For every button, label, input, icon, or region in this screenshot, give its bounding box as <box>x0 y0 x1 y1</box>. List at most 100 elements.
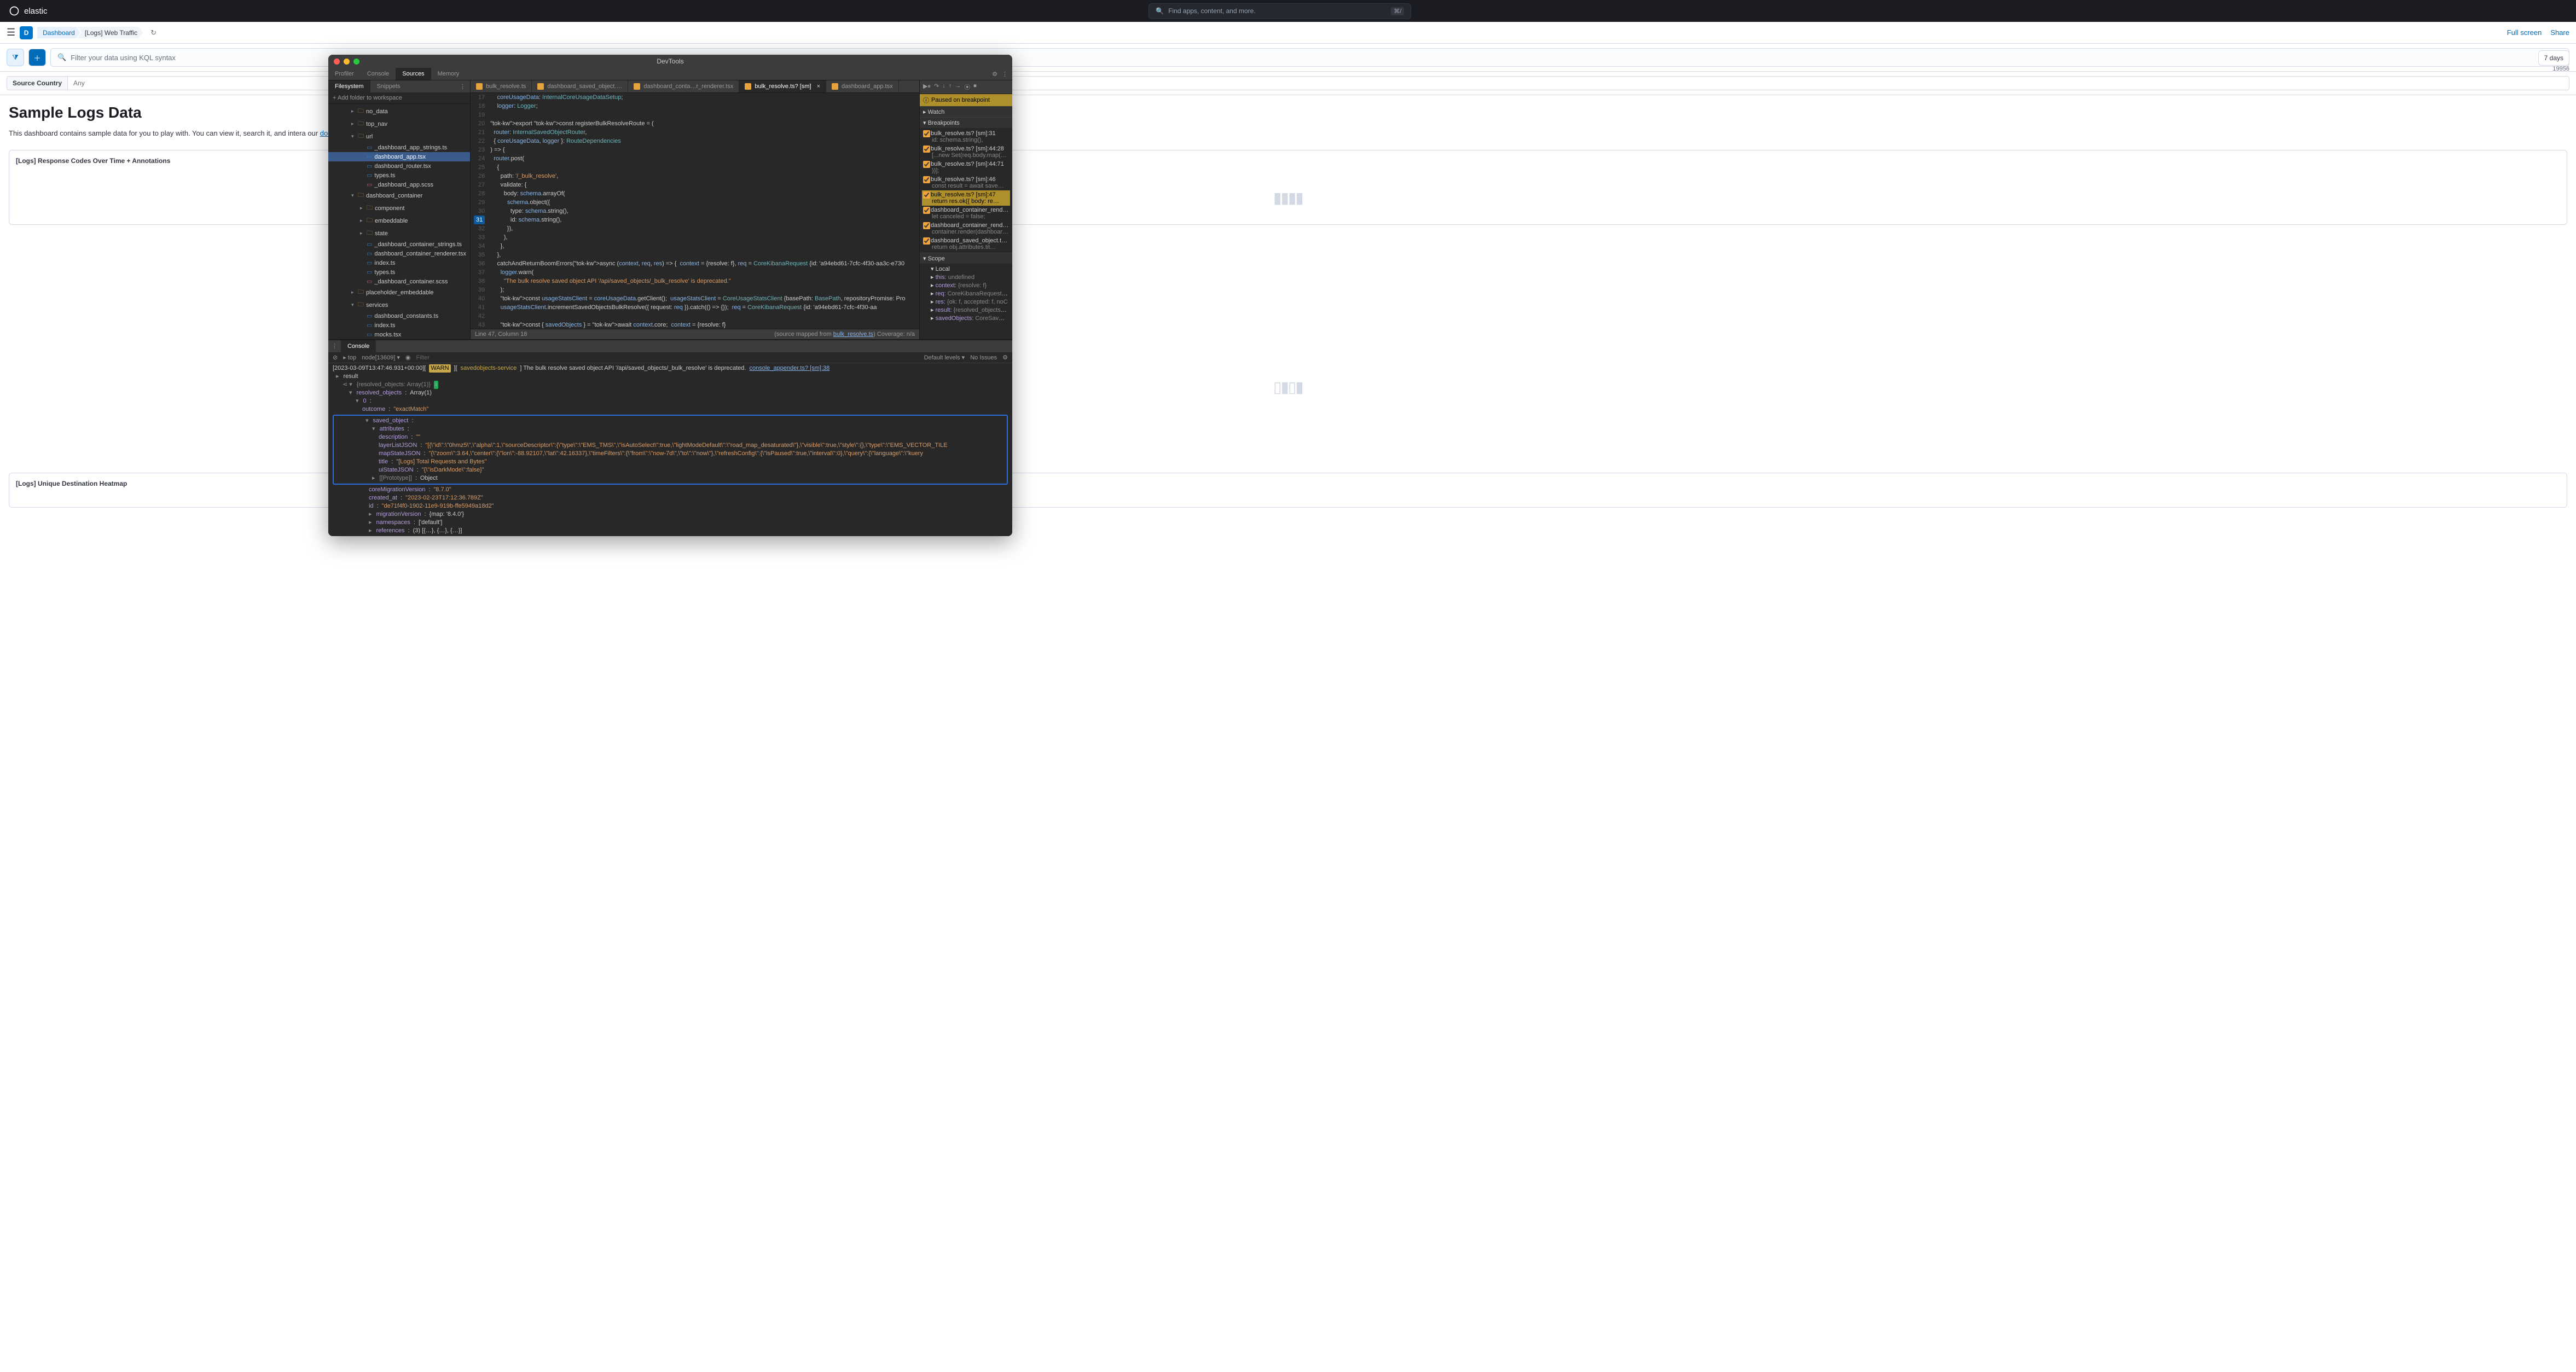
breakpoint-item[interactable]: bulk_resolve.ts? [sm]:31id: schema.strin… <box>922 129 1010 144</box>
file-node[interactable]: ▭ _dashboard_app_strings.ts <box>328 143 470 152</box>
folder-node[interactable]: ▸🗀 top_nav <box>328 118 470 130</box>
window-controls[interactable] <box>334 59 359 65</box>
breakpoint-checkbox[interactable] <box>923 146 930 153</box>
source-map-link[interactable]: bulk_resolve.ts <box>833 331 873 338</box>
share-link[interactable]: Share <box>2550 28 2569 37</box>
step-out-icon[interactable]: ↑ <box>949 83 952 91</box>
close-icon[interactable]: × <box>817 83 820 90</box>
scope-variable[interactable]: ▸ this: undefined <box>922 273 1010 281</box>
maximize-icon[interactable] <box>353 59 359 65</box>
file-node[interactable]: ▭ index.ts <box>328 321 470 330</box>
scope-local-header[interactable]: ▾ Local <box>922 265 1010 273</box>
issues-badge[interactable]: No Issues <box>970 354 997 361</box>
folder-node[interactable]: ▸🗀 embeddable <box>328 214 470 227</box>
elastic-logo[interactable]: elastic <box>9 5 48 16</box>
step-into-icon[interactable]: ↓ <box>942 83 945 91</box>
folder-node[interactable]: ▸🗀 state <box>328 227 470 240</box>
fullscreen-link[interactable]: Full screen <box>2507 28 2542 37</box>
tab-memory[interactable]: Memory <box>431 68 466 80</box>
breakpoint-item[interactable]: bulk_resolve.ts? [sm]:47return res.ok({ … <box>922 190 1010 206</box>
breakpoint-checkbox[interactable] <box>923 222 930 229</box>
nav-toggle-icon[interactable]: ☰ <box>7 27 15 38</box>
file-node[interactable]: ▭ types.ts <box>328 268 470 277</box>
file-node[interactable]: ▭ dashboard_router.tsx <box>328 161 470 171</box>
space-badge[interactable]: D <box>20 26 33 39</box>
editor-tab[interactable]: dashboard_conta…r_renderer.tsx <box>628 80 739 92</box>
close-icon[interactable] <box>334 59 340 65</box>
minimize-icon[interactable] <box>344 59 350 65</box>
breakpoint-checkbox[interactable] <box>923 130 930 137</box>
breakpoint-checkbox[interactable] <box>923 161 930 168</box>
breakpoint-checkbox[interactable] <box>923 191 930 199</box>
drawer-more-icon[interactable]: ⋮ <box>328 340 341 352</box>
scope-section-header[interactable]: ▾ Scope <box>920 253 1012 264</box>
folder-node[interactable]: ▸🗀 component <box>328 202 470 214</box>
devtools-titlebar[interactable]: DevTools <box>328 55 1012 68</box>
scope-variable[interactable]: ▸ result: {resolved_objects: Ar <box>922 306 1010 314</box>
watch-section-header[interactable]: ▸ Watch <box>920 107 1012 117</box>
breakpoint-item[interactable]: bulk_resolve.ts? [sm]:44:28[...new Set(r… <box>922 144 1010 160</box>
step-icon[interactable]: → <box>955 83 961 91</box>
file-node[interactable]: ▭ _dashboard_container_strings.ts <box>328 240 470 249</box>
file-node[interactable]: ▭ dashboard_constants.ts <box>328 311 470 321</box>
breakpoint-checkbox[interactable] <box>923 176 930 183</box>
add-filter-button[interactable]: ＋ <box>28 49 46 66</box>
breakpoint-checkbox[interactable] <box>923 237 930 245</box>
log-levels-select[interactable]: Default levels ▾ <box>924 354 965 361</box>
add-folder-button[interactable]: + Add folder to workspace <box>328 92 470 104</box>
breakpoint-item[interactable]: dashboard_container_rendere…let canceled… <box>922 206 1010 221</box>
folder-node[interactable]: ▸🗀 no_data <box>328 105 470 118</box>
gear-icon[interactable]: ⚙ <box>1002 354 1008 361</box>
context-top[interactable]: ▸ top <box>343 354 356 361</box>
code-editor[interactable]: 1718192021222324252627282930313233343536… <box>471 93 919 329</box>
deactivate-bp-icon[interactable]: ⦿ <box>964 83 970 91</box>
editor-tab[interactable]: dashboard_app.tsx <box>826 80 899 92</box>
editor-tab[interactable]: bulk_resolve.ts? [sm]× <box>739 80 826 92</box>
file-node[interactable]: ▭ index.ts <box>328 258 470 268</box>
scope-variable[interactable]: ▸ savedObjects: CoreSavedO <box>922 314 1010 322</box>
breakpoint-item[interactable]: bulk_resolve.ts? [sm]:44:71))]; <box>922 160 1010 175</box>
recently-viewed-icon[interactable]: ↻ <box>150 28 156 37</box>
console-filter-input[interactable]: Filter <box>416 354 429 361</box>
breakpoint-checkbox[interactable] <box>923 207 930 214</box>
breakpoint-item[interactable]: dashboard_saved_object.ts? …return obj.a… <box>922 236 1010 252</box>
global-search-input[interactable]: 🔍 Find apps, content, and more. ⌘/ <box>1148 3 1411 19</box>
file-node[interactable]: ▭ mocks.tsx <box>328 330 470 339</box>
file-node[interactable]: ▭ dashboard_container_renderer.tsx <box>328 249 470 258</box>
data-view-button[interactable]: ⧩ <box>7 49 24 66</box>
folder-node[interactable]: ▾🗀 services <box>328 299 470 311</box>
resume-icon[interactable]: ▶⏸ <box>923 83 931 91</box>
more-icon[interactable]: ⋮ <box>1002 71 1008 78</box>
scope-variable[interactable]: ▸ res: {ok: f, accepted: f, noC <box>922 298 1010 306</box>
breadcrumb-dashboard[interactable]: Dashboard <box>37 27 80 39</box>
more-icon[interactable]: ⋮ <box>460 83 466 90</box>
context-node[interactable]: node[13609] ▾ <box>362 354 400 361</box>
folder-node[interactable]: ▾🗀 dashboard_container <box>328 189 470 202</box>
folder-node[interactable]: ▸🗀 placeholder_embeddable <box>328 286 470 299</box>
file-node[interactable]: ▭ dashboard_app.tsx <box>328 152 470 161</box>
scope-variable[interactable]: ▸ context: {resolve: f} <box>922 281 1010 289</box>
step-over-icon[interactable]: ↷ <box>934 83 939 91</box>
eye-icon[interactable]: ◉ <box>405 354 411 361</box>
breakpoint-item[interactable]: bulk_resolve.ts? [sm]:46const result = a… <box>922 175 1010 190</box>
file-node[interactable]: ▭ _dashboard_app.scss <box>328 180 470 189</box>
file-tree[interactable]: ▸🗀 no_data▸🗀 top_nav▾🗀 url▭ _dashboard_a… <box>328 104 470 339</box>
file-node[interactable]: ▭ _dashboard_container.scss <box>328 277 470 286</box>
tab-profiler[interactable]: Profiler <box>328 68 361 80</box>
breadcrumb-current[interactable]: [Logs] Web Traffic <box>77 27 143 39</box>
tab-filesystem[interactable]: Filesystem <box>328 80 370 92</box>
filter-field-label[interactable]: Source Country <box>7 76 68 90</box>
breakpoint-item[interactable]: dashboard_container_rendere…container.re… <box>922 221 1010 236</box>
drawer-tab-console[interactable]: Console <box>341 340 376 352</box>
folder-node[interactable]: ▾🗀 url <box>328 130 470 143</box>
file-node[interactable]: ▭ types.ts <box>328 171 470 180</box>
editor-tab[interactable]: dashboard_saved_object.… <box>532 80 628 92</box>
tab-console[interactable]: Console <box>361 68 396 80</box>
editor-tab[interactable]: bulk_resolve.ts <box>471 80 532 92</box>
tab-snippets[interactable]: Snippets <box>370 80 407 92</box>
clear-console-icon[interactable]: ⊘ <box>333 354 338 361</box>
time-range-right[interactable]: 7 days <box>2538 50 2569 66</box>
tab-sources[interactable]: Sources <box>396 68 431 80</box>
console-output[interactable]: [2023-03-09T13:47:46.931+00:00][WARN ][s… <box>328 363 1012 536</box>
scope-variable[interactable]: ▸ req: CoreKibanaRequest {id: ' <box>922 289 1010 298</box>
